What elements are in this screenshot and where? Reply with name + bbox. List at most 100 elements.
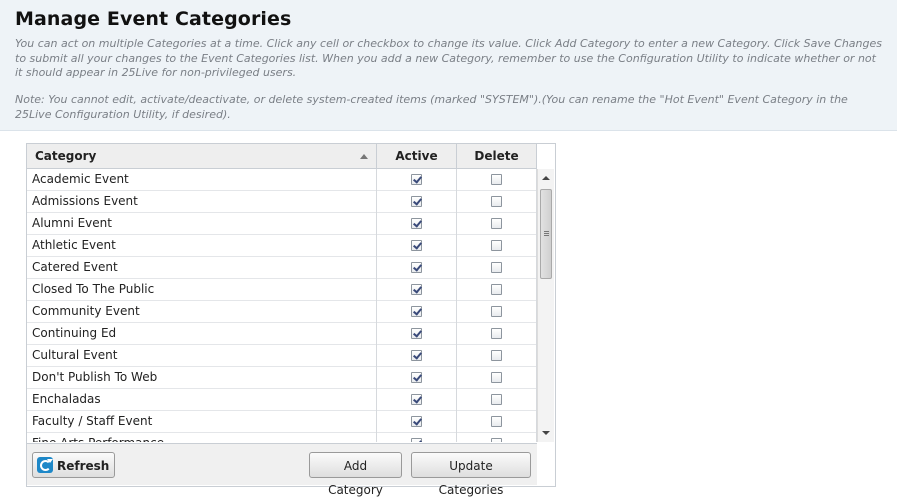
delete-cell[interactable] — [457, 257, 537, 279]
active-checkbox[interactable] — [411, 416, 422, 427]
category-name-cell[interactable]: Faculty / Staff Event — [27, 411, 377, 433]
delete-checkbox[interactable] — [491, 196, 502, 207]
category-name-cell[interactable]: Catered Event — [27, 257, 377, 279]
table-row[interactable]: Catered Event — [27, 257, 537, 279]
active-checkbox[interactable] — [411, 328, 422, 339]
category-name-cell[interactable]: Cultural Event — [27, 345, 377, 367]
active-cell[interactable] — [377, 235, 457, 257]
active-checkbox[interactable] — [411, 438, 422, 442]
active-checkbox[interactable] — [411, 174, 422, 185]
delete-cell[interactable] — [457, 301, 537, 323]
grid-header: Category Active Delete — [27, 144, 537, 169]
add-category-button[interactable]: Add Category — [309, 452, 402, 497]
vertical-scrollbar[interactable] — [537, 169, 554, 442]
category-name-cell[interactable]: Athletic Event — [27, 235, 377, 257]
delete-checkbox[interactable] — [491, 438, 502, 442]
delete-cell[interactable] — [457, 191, 537, 213]
table-row[interactable]: Fine Arts Performance — [27, 433, 537, 442]
update-categories-button[interactable]: Update Categories — [411, 452, 531, 497]
table-row[interactable]: Community Event — [27, 301, 537, 323]
page-header: Manage Event Categories You can act on m… — [0, 0, 897, 131]
category-name-cell[interactable]: Closed To The Public — [27, 279, 377, 301]
active-checkbox[interactable] — [411, 284, 422, 295]
page-description: You can act on multiple Categories at a … — [15, 37, 882, 79]
scroll-down-arrow-icon[interactable] — [542, 431, 550, 435]
active-cell[interactable] — [377, 169, 457, 191]
grid-body: Academic Event Admissions Event Alumni Eve… — [27, 169, 537, 442]
table-row[interactable]: Enchaladas — [27, 389, 537, 411]
active-cell[interactable] — [377, 433, 457, 442]
table-row[interactable]: Closed To The Public — [27, 279, 537, 301]
delete-checkbox[interactable] — [491, 416, 502, 427]
category-name-cell[interactable]: Don't Publish To Web — [27, 367, 377, 389]
grip-icon — [544, 231, 549, 232]
active-cell[interactable] — [377, 301, 457, 323]
delete-cell[interactable] — [457, 235, 537, 257]
delete-cell[interactable] — [457, 169, 537, 191]
active-checkbox[interactable] — [411, 218, 422, 229]
delete-checkbox[interactable] — [491, 372, 502, 383]
active-checkbox[interactable] — [411, 262, 422, 273]
delete-cell[interactable] — [457, 345, 537, 367]
table-row[interactable]: Don't Publish To Web — [27, 367, 537, 389]
delete-cell[interactable] — [457, 279, 537, 301]
delete-checkbox[interactable] — [491, 218, 502, 229]
refresh-icon — [37, 457, 53, 473]
active-checkbox[interactable] — [411, 306, 422, 317]
active-checkbox[interactable] — [411, 196, 422, 207]
delete-checkbox[interactable] — [491, 328, 502, 339]
active-checkbox[interactable] — [411, 372, 422, 383]
delete-checkbox[interactable] — [491, 262, 502, 273]
delete-checkbox[interactable] — [491, 240, 502, 251]
table-row[interactable]: Faculty / Staff Event — [27, 411, 537, 433]
table-row[interactable]: Alumni Event — [27, 213, 537, 235]
grid-toolbar: Refresh Add Category Update Categories — [27, 443, 537, 497]
delete-checkbox[interactable] — [491, 306, 502, 317]
sort-ascending-icon — [360, 154, 368, 159]
table-row[interactable]: Academic Event — [27, 169, 537, 191]
category-name-cell[interactable]: Academic Event — [27, 169, 377, 191]
scrollbar-thumb[interactable] — [540, 189, 552, 279]
active-cell[interactable] — [377, 323, 457, 345]
refresh-button-label: Refresh — [57, 459, 110, 473]
category-name-cell[interactable]: Enchaladas — [27, 389, 377, 411]
active-checkbox[interactable] — [411, 394, 422, 405]
active-cell[interactable] — [377, 367, 457, 389]
category-name-cell[interactable]: Community Event — [27, 301, 377, 323]
page-note: Note: You cannot edit, activate/deactiva… — [15, 93, 848, 121]
active-cell[interactable] — [377, 411, 457, 433]
delete-cell[interactable] — [457, 433, 537, 442]
active-cell[interactable] — [377, 191, 457, 213]
delete-checkbox[interactable] — [491, 394, 502, 405]
column-header-category-label: Category — [35, 149, 97, 163]
scroll-up-arrow-icon[interactable] — [542, 176, 550, 180]
delete-cell[interactable] — [457, 213, 537, 235]
delete-checkbox[interactable] — [491, 284, 502, 295]
table-row[interactable]: Athletic Event — [27, 235, 537, 257]
refresh-button[interactable]: Refresh — [32, 452, 115, 478]
active-cell[interactable] — [377, 279, 457, 301]
category-name-cell[interactable]: Admissions Event — [27, 191, 377, 213]
table-row[interactable]: Continuing Ed — [27, 323, 537, 345]
delete-cell[interactable] — [457, 323, 537, 345]
active-cell[interactable] — [377, 345, 457, 367]
active-checkbox[interactable] — [411, 240, 422, 251]
category-name-cell[interactable]: Alumni Event — [27, 213, 377, 235]
table-row[interactable]: Cultural Event — [27, 345, 537, 367]
column-header-category[interactable]: Category — [27, 144, 377, 168]
column-header-active[interactable]: Active — [377, 144, 457, 168]
delete-cell[interactable] — [457, 389, 537, 411]
active-cell[interactable] — [377, 257, 457, 279]
active-checkbox[interactable] — [411, 350, 422, 361]
page-title: Manage Event Categories — [15, 8, 292, 30]
delete-checkbox[interactable] — [491, 174, 502, 185]
category-name-cell[interactable]: Fine Arts Performance — [27, 433, 377, 442]
category-name-cell[interactable]: Continuing Ed — [27, 323, 377, 345]
table-row[interactable]: Admissions Event — [27, 191, 537, 213]
column-header-delete[interactable]: Delete — [457, 144, 537, 168]
delete-checkbox[interactable] — [491, 350, 502, 361]
active-cell[interactable] — [377, 213, 457, 235]
active-cell[interactable] — [377, 389, 457, 411]
delete-cell[interactable] — [457, 411, 537, 433]
delete-cell[interactable] — [457, 367, 537, 389]
